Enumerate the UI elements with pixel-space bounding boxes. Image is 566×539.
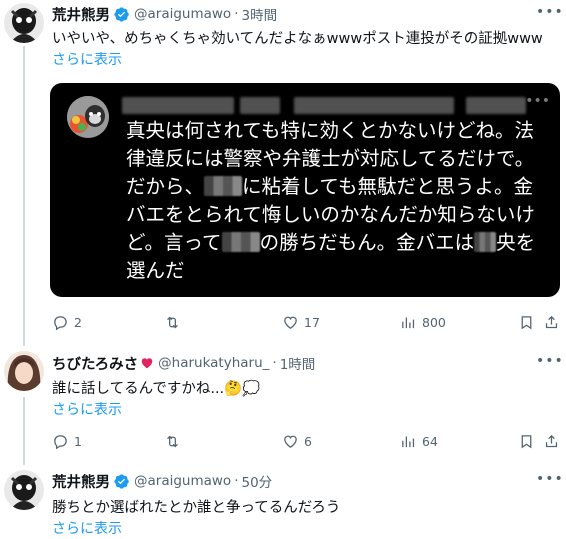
action-bar: 1 6 64 xyxy=(52,431,560,451)
thread-line xyxy=(23,46,25,346)
more-icon[interactable]: ••• xyxy=(536,353,563,373)
thread-line xyxy=(23,397,25,465)
share-button[interactable] xyxy=(543,312,565,332)
heart-emoji-icon xyxy=(141,358,153,369)
reply-button[interactable]: 2 xyxy=(52,312,82,332)
embedded-image[interactable]: ••• 真央は何されても特に効くとかないけどね。法 律違反には警察や弁護士が対応… xyxy=(50,83,560,297)
show-more-link[interactable]: さらに表示 xyxy=(52,399,122,419)
like-button[interactable]: 6 xyxy=(282,431,312,451)
handle[interactable]: @araigumawo xyxy=(134,6,231,22)
handle[interactable]: @harukatyharu_ xyxy=(158,355,269,371)
repost-button[interactable] xyxy=(164,431,186,451)
reply-button[interactable]: 1 xyxy=(52,431,82,451)
like-button[interactable]: 17 xyxy=(282,312,320,332)
post-header: 荒井熊男 @araigumawo · 3時間 xyxy=(52,4,277,24)
avatar[interactable] xyxy=(4,351,44,391)
share-icon xyxy=(545,434,558,447)
handle[interactable]: @araigumawo xyxy=(134,473,231,489)
thinking-emoji: 🤔💭 xyxy=(224,381,261,397)
blurred-name xyxy=(122,97,234,114)
timestamp[interactable]: 3時間 xyxy=(242,4,278,24)
separator-dot: · xyxy=(272,355,277,371)
blurred-handle xyxy=(294,97,454,114)
blurred-time xyxy=(466,97,526,114)
action-bar: 2 17 800 xyxy=(52,312,560,332)
post-text: 誰に話してるんですかね...🤔💭 xyxy=(52,381,261,397)
repost-button[interactable] xyxy=(164,312,186,332)
share-icon xyxy=(545,315,558,328)
pixelated-redaction xyxy=(474,232,497,252)
separator-dot: · xyxy=(234,473,239,489)
views-button[interactable]: 800 xyxy=(400,312,446,332)
avatar[interactable] xyxy=(4,3,44,43)
reply-count: 2 xyxy=(74,314,82,330)
post-header: 荒井熊男 @araigumawo · 50分 xyxy=(52,471,272,491)
show-more-link[interactable]: さらに表示 xyxy=(52,49,122,69)
views-icon xyxy=(402,317,415,328)
more-icon[interactable]: ••• xyxy=(536,471,563,491)
avatar[interactable] xyxy=(4,470,44,510)
blurred-name xyxy=(240,97,280,114)
share-button[interactable] xyxy=(543,431,565,451)
reply-count: 1 xyxy=(74,433,82,449)
like-count: 17 xyxy=(304,314,320,330)
repost-icon xyxy=(167,316,178,328)
bookmark-button[interactable] xyxy=(518,431,540,451)
views-icon xyxy=(402,436,415,447)
display-name[interactable]: 荒井熊男 xyxy=(52,471,110,492)
like-icon xyxy=(284,316,297,329)
embedded-more-icon: ••• xyxy=(525,93,550,109)
bookmark-icon xyxy=(521,315,532,329)
post-1[interactable]: 荒井熊男 @araigumawo · 3時間 ••• いやいや、めちゃくちゃ効い… xyxy=(0,0,566,346)
separator-dot: · xyxy=(234,6,239,22)
embedded-avatar xyxy=(67,96,109,138)
timestamp[interactable]: 50分 xyxy=(242,471,273,491)
post-3[interactable]: 荒井熊男 @araigumawo · 50分 ••• 勝ちとか選ばれたとか誰と争… xyxy=(0,466,566,539)
reply-icon xyxy=(54,434,67,449)
repost-icon xyxy=(167,435,178,447)
display-name[interactable]: ちびたろみさ xyxy=(52,353,138,374)
bookmark-button[interactable] xyxy=(518,312,540,332)
bookmark-icon xyxy=(521,434,532,448)
post-2[interactable]: ちびたろみさ @harukatyharu_ · 1時間 ••• 誰に話してるんで… xyxy=(0,345,566,465)
display-name[interactable]: 荒井熊男 xyxy=(52,4,110,25)
like-icon xyxy=(284,435,297,448)
views-button[interactable]: 64 xyxy=(400,431,438,451)
pixelated-redaction xyxy=(221,232,260,252)
verified-badge-icon xyxy=(114,473,129,489)
show-more-link[interactable]: さらに表示 xyxy=(52,518,122,538)
pixelated-redaction xyxy=(204,176,243,196)
verified-badge-icon xyxy=(114,6,129,22)
more-icon[interactable]: ••• xyxy=(536,4,563,24)
views-count: 800 xyxy=(422,314,446,330)
reply-icon xyxy=(54,315,67,330)
post-header: ちびたろみさ @harukatyharu_ · 1時間 xyxy=(52,353,315,373)
post-text: いやいや、めちゃくちゃ効いてんだよなぁwwwポスト連投がその証拠www xyxy=(52,31,543,47)
like-count: 6 xyxy=(304,433,312,449)
post-text: 勝ちとか選ばれたとか誰と争ってるんだろう xyxy=(52,500,341,516)
timestamp[interactable]: 1時間 xyxy=(280,353,316,373)
embedded-text: 真央は何されても特に効くとかないけどね。法 律違反には警察や弁護士が対応してるだ… xyxy=(126,119,536,282)
views-count: 64 xyxy=(422,433,438,449)
